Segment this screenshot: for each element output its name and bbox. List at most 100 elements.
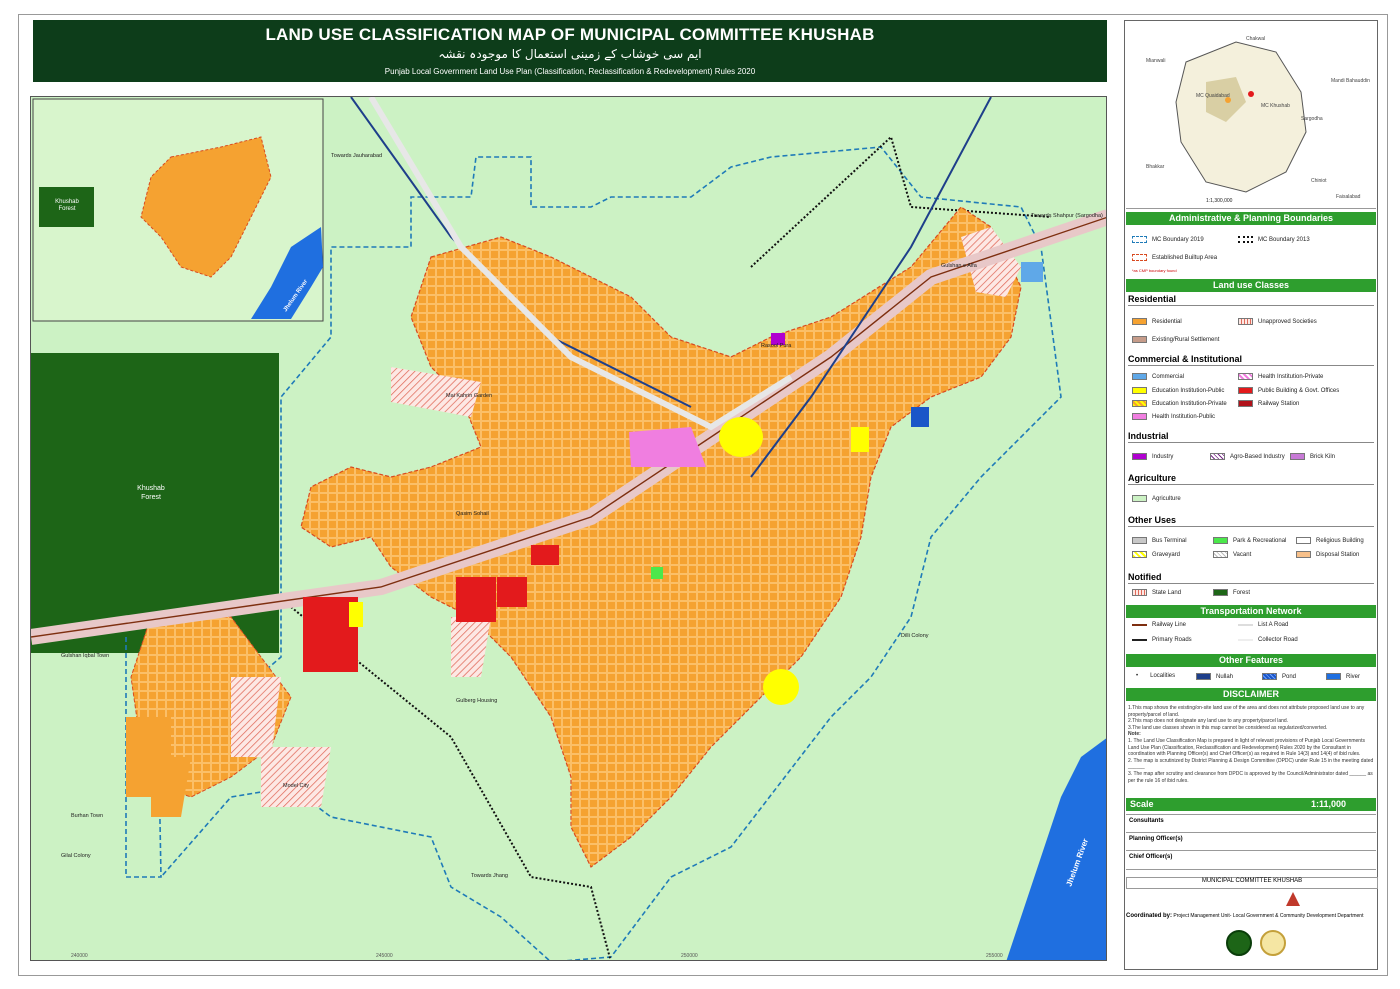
legend-pond: Pond [1262,673,1296,680]
disclaimer-header: DISCLAIMER [1126,688,1376,701]
public-building-3 [497,577,527,607]
place-rasool-pura: Rasool Pura [761,343,792,349]
landuse-header: Land use Classes [1126,279,1376,292]
grid-tick-x3: 250000 [681,953,698,959]
pond-patch [911,407,929,427]
grid-tick-x2: 245000 [376,953,393,959]
legend-mc-boundary-2019: MC Boundary 2019 [1132,236,1204,243]
grid-tick-x4: 255000 [986,953,1003,959]
place-dilli-colony: Dilli Colony [901,633,929,639]
coordinated-by: Coordinated by: Project Management Unit-… [1126,913,1364,919]
place-gulshan-alfa: Gulshan e Alfa [941,263,978,269]
legend-localities: • Localities [1136,673,1176,679]
lg-department-logo-icon [1260,930,1286,956]
keymap-scale: 1:1,300,000 [1206,198,1233,204]
model-city-hatch [261,747,331,807]
svg-text:Faisalabad: Faisalabad [1336,194,1361,200]
legend-residential: Residential [1132,318,1182,325]
education-public-1 [349,602,363,627]
svg-text:Forest: Forest [141,494,161,501]
legend-health-public: Health Institution-Public [1132,413,1215,420]
legend-list-a-road: List A Road [1238,622,1288,628]
legend-commercial: Commercial [1132,373,1184,380]
inset-map: Khushab Forest Jhelum River [32,98,324,322]
svg-text:MC Khushab: MC Khushab [1261,103,1290,109]
svg-text:Bhakkar: Bhakkar [1146,164,1165,170]
notified-section-title: Notified [1128,572,1374,584]
legend-mc-boundary-2013: MC Boundary 2013 [1238,236,1310,243]
map-subtitle: Punjab Local Government Land Use Plan (C… [384,67,756,76]
svg-text:Sargodha: Sargodha [1301,116,1323,122]
legend-bus-terminal: Bus Terminal [1132,537,1187,544]
place-model-city: Model City [283,783,309,789]
svg-text:Khushab: Khushab [55,199,79,205]
legend-health-private: Health Institution-Private [1238,373,1323,380]
key-map: Chakwal Mianwali MC Khushab MC Quaidabad… [1126,22,1376,209]
legend-agro-industry: Agro-Based Industry [1210,453,1285,460]
place-towards-shahpur: Towards Shahpur (Sargodha) [1031,213,1103,219]
legend-forest: Forest [1213,589,1250,596]
commercial-patch [1021,262,1043,282]
legend-unapproved: Unapproved Societies [1238,318,1317,325]
map-canvas: Khushab Forest Jhelum River Khushab Fore… [31,97,1106,960]
svg-text:Chiniot: Chiniot [1311,178,1327,184]
svg-text:Forest: Forest [58,206,75,212]
legend-brick-kiln: Brick Kiln [1290,453,1335,460]
other-uses-section-title: Other Uses [1128,515,1374,527]
legend-disposal: Disposal Station [1296,551,1359,558]
education-public-2 [719,417,763,457]
legend-rural-settlement: Existing/Rural Settlement [1132,336,1219,343]
commercial-section-title: Commercial & Institutional [1128,354,1374,366]
public-building-2 [456,577,496,622]
legend-state-land: State Land [1132,589,1181,596]
admin-boundaries-header: Administrative & Planning Boundaries [1126,212,1376,225]
svg-text:Mandi Bahauddin: Mandi Bahauddin [1331,78,1370,84]
legend-education-public: Education Institution-Public [1132,387,1224,394]
disclaimer-text: 1.This map shows the existing/on-site la… [1128,705,1374,784]
mc-name: MUNICIPAL COMMITTEE KHUSHAB [1126,877,1378,889]
chief-officer-row: Chief Officer(s) [1126,850,1376,870]
keymap-chakwal: Chakwal [1246,36,1265,42]
park-patch [651,567,663,579]
scale-bar-row: Scale 1:11,000 [1126,798,1376,811]
agriculture-section-title: Agriculture [1128,473,1374,485]
place-gulshan-iqbal: Gulshan Iqbal Town [61,653,109,659]
other-features-header: Other Features [1126,654,1376,667]
planning-officer-row: Planning Officer(s) [1126,832,1376,851]
consultants-row: Consultants [1126,814,1376,833]
punjab-logo-icon [1226,930,1252,956]
map-title-urdu: ایم سی خوشاب کے زمینی استعمال کا موجودہ … [438,47,702,61]
legend-graveyard: Graveyard [1132,551,1180,558]
legend-education-private: Education Institution-Private [1132,400,1227,407]
place-towards-jauharabad: Towards Jauharabad [331,153,382,159]
map-title-banner: LAND USE CLASSIFICATION MAP OF MUNICIPAL… [33,20,1107,82]
consultant-logo-icon [1286,892,1300,906]
place-gulberg-housing: Gulberg Housing [456,698,497,704]
legend-railway-line: Railway Line [1132,622,1186,628]
legend-agriculture: Agriculture [1132,495,1181,502]
legend-river: River [1326,673,1360,680]
place-gilal-colony: Gilal Colony [61,853,91,859]
education-public-3 [763,669,799,705]
transport-header: Transportation Network [1126,605,1376,618]
public-building-4 [531,545,559,565]
svg-text:MC Quaidabad: MC Quaidabad [1196,93,1230,99]
place-towards-jhang: Towards Jhang [471,873,508,879]
legend-religious: Religious Building [1296,537,1364,544]
map-title: LAND USE CLASSIFICATION MAP OF MUNICIPAL… [265,25,875,44]
legend-industry: Industry [1132,453,1173,460]
legend-nullah: Nullah [1196,673,1233,680]
legend-railway-station: Railway Station [1238,400,1299,407]
legend-vacant: Vacant [1213,551,1251,558]
legend-park: Park & Recreational [1213,537,1286,544]
grid-tick-x1: 240000 [71,953,88,959]
svg-text:Mianwali: Mianwali [1146,58,1165,64]
legend-admin-note: *as CMP boundary found [1132,268,1177,273]
education-public-4 [851,427,869,452]
place-qasim-sohail: Qasim Sohail [456,511,489,517]
land-use-map[interactable]: Khushab Forest Jhelum River Khushab Fore… [30,96,1107,961]
legend-collector-road: Collector Road [1238,637,1298,643]
place-burhan-town: Burhan Town [71,813,103,819]
legend-builtup: Established Builtup Area [1132,254,1217,261]
forest-label: Khushab [137,485,165,492]
